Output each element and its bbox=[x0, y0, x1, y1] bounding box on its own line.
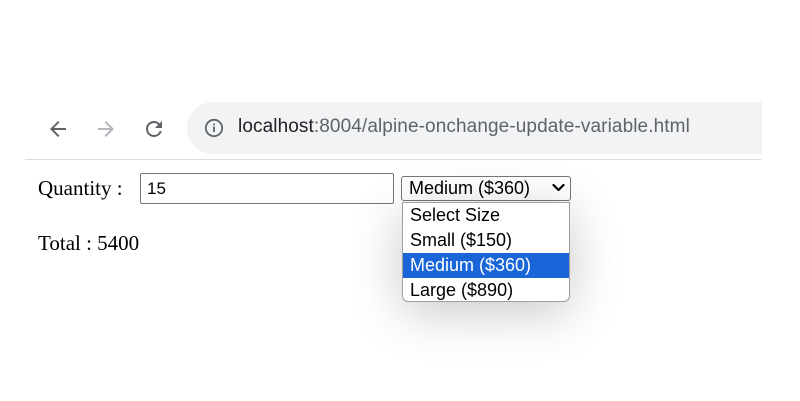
forward-button[interactable] bbox=[90, 113, 122, 145]
quantity-input[interactable]: 15 bbox=[140, 173, 394, 204]
size-option-medium[interactable]: Medium ($360) bbox=[403, 253, 569, 278]
url-host: localhost bbox=[238, 116, 314, 137]
size-select-value: Medium ($360) bbox=[409, 178, 531, 198]
size-select[interactable]: Medium ($360) bbox=[401, 176, 571, 201]
back-button[interactable] bbox=[42, 113, 74, 145]
toolbar-divider bbox=[25, 159, 762, 160]
arrow-left-icon bbox=[50, 121, 66, 137]
size-option-large[interactable]: Large ($890) bbox=[403, 278, 569, 301]
size-dropdown-list: Select Size Small ($150) Medium ($360) L… bbox=[402, 202, 570, 302]
info-icon[interactable] bbox=[204, 118, 224, 138]
size-option-select-size[interactable]: Select Size bbox=[403, 203, 569, 228]
url-path: :8004/alpine-onchange-update-variable.ht… bbox=[313, 116, 690, 137]
chevron-down-icon bbox=[552, 183, 565, 192]
total-text: Total : 5400 bbox=[38, 231, 140, 255]
size-option-small[interactable]: Small ($150) bbox=[403, 228, 569, 253]
quantity-label: Quantity : bbox=[38, 176, 123, 200]
url-text: localhost:8004/alpine-onchange-update-va… bbox=[238, 116, 690, 138]
reload-button[interactable] bbox=[138, 113, 170, 145]
arrow-right-icon bbox=[98, 121, 114, 137]
browser-toolbar: localhost:8004/alpine-onchange-update-va… bbox=[25, 101, 762, 159]
address-bar[interactable]: localhost:8004/alpine-onchange-update-va… bbox=[187, 102, 762, 154]
reload-icon bbox=[146, 121, 162, 137]
